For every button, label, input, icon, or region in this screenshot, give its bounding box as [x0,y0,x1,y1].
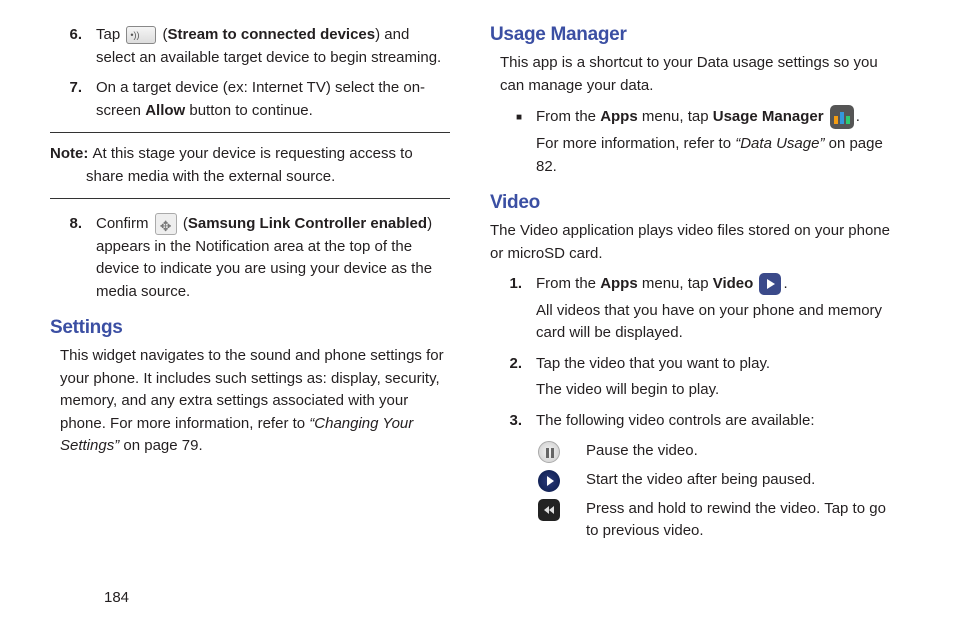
text: on page 79. [119,437,202,454]
text: menu, tap [638,108,713,125]
step-number: 7. [50,77,96,122]
bullet-marker: ■ [490,105,536,178]
note-text: At this stage your device is requesting … [86,145,413,185]
text: . [783,275,787,292]
control-pause: Pause the video. [536,440,900,463]
right-column: Usage Manager This app is a shortcut to … [490,24,900,548]
usage-manager-label: Usage Manager [713,108,824,125]
usage-bullet: ■ From the Apps menu, tap Usage Manager … [490,105,900,178]
step-body: Confirm (Samsung Link Controller enabled… [96,213,450,303]
text: From the [536,275,600,292]
step-body: Tap (Stream to connected devices) and se… [96,24,450,69]
samsung-link-icon [155,213,177,235]
bullet-body: From the Apps menu, tap Usage Manager . … [536,105,900,178]
text: . [856,108,860,125]
note-label: Note: [50,145,93,162]
video-app-icon [759,273,781,295]
step-number: 8. [50,213,96,303]
control-rewind: Press and hold to rewind the video. Tap … [536,498,900,542]
allow-label: Allow [145,102,185,119]
usage-manager-icon [830,105,854,129]
step-number: 6. [50,24,96,69]
play-icon [538,470,560,492]
step-body: Tap the video that you want to play. The… [536,353,900,402]
video-intro: The Video application plays video files … [490,220,900,265]
control-desc: Press and hold to rewind the video. Tap … [586,498,900,542]
note-body: Note: At this stage your device is reque… [50,143,450,188]
step-number: 2. [490,353,536,402]
video-step-1: 1. From the Apps menu, tap Video . All v… [490,273,900,345]
rewind-icon [538,499,560,521]
stream-icon [126,26,156,44]
text: For more information, refer to [536,135,735,152]
icon-label: Stream to connected devices [168,26,376,43]
pause-icon [538,441,560,463]
icon-label: Samsung Link Controller enabled [188,215,427,232]
text: From the [536,108,600,125]
apps-label: Apps [600,275,638,292]
control-icon-cell [536,440,586,463]
usage-intro: This app is a shortcut to your Data usag… [490,52,900,97]
note-block: Note: At this stage your device is reque… [50,132,450,199]
settings-body: This widget navigates to the sound and p… [50,345,450,458]
text: button to continue. [185,102,313,119]
step-line2: All videos that you have on your phone a… [536,300,900,345]
control-play: Start the video after being paused. [536,469,900,492]
video-step-2: 2. Tap the video that you want to play. … [490,353,900,402]
step-body: On a target device (ex: Internet TV) sel… [96,77,450,122]
step-body: From the Apps menu, tap Video . All vide… [536,273,900,345]
step-line2: The video will begin to play. [536,379,900,402]
control-icon-cell [536,498,586,521]
control-desc: Start the video after being paused. [586,469,900,491]
settings-heading: Settings [50,317,450,339]
text: Tap [96,26,124,43]
usage-more: For more information, refer to “Data Usa… [536,133,900,178]
step-6: 6. Tap (Stream to connected devices) and… [50,24,450,69]
video-heading: Video [490,192,900,214]
control-desc: Pause the video. [586,440,900,462]
control-icon-cell [536,469,586,492]
apps-label: Apps [600,108,638,125]
text: Confirm [96,215,153,232]
reference: “Data Usage” [735,135,824,152]
step-body: The following video controls are availab… [536,410,900,433]
video-label: Video [713,275,754,292]
video-step-3: 3. The following video controls are avai… [490,410,900,433]
step-number: 1. [490,273,536,345]
page-number: 184 [104,589,129,606]
left-column: 6. Tap (Stream to connected devices) and… [50,24,450,548]
usage-manager-heading: Usage Manager [490,24,900,46]
step-7: 7. On a target device (ex: Internet TV) … [50,77,450,122]
step-number: 3. [490,410,536,433]
text: Tap the video that you want to play. [536,355,770,372]
page-content: 6. Tap (Stream to connected devices) and… [0,0,954,548]
text: menu, tap [638,275,713,292]
step-8: 8. Confirm (Samsung Link Controller enab… [50,213,450,303]
